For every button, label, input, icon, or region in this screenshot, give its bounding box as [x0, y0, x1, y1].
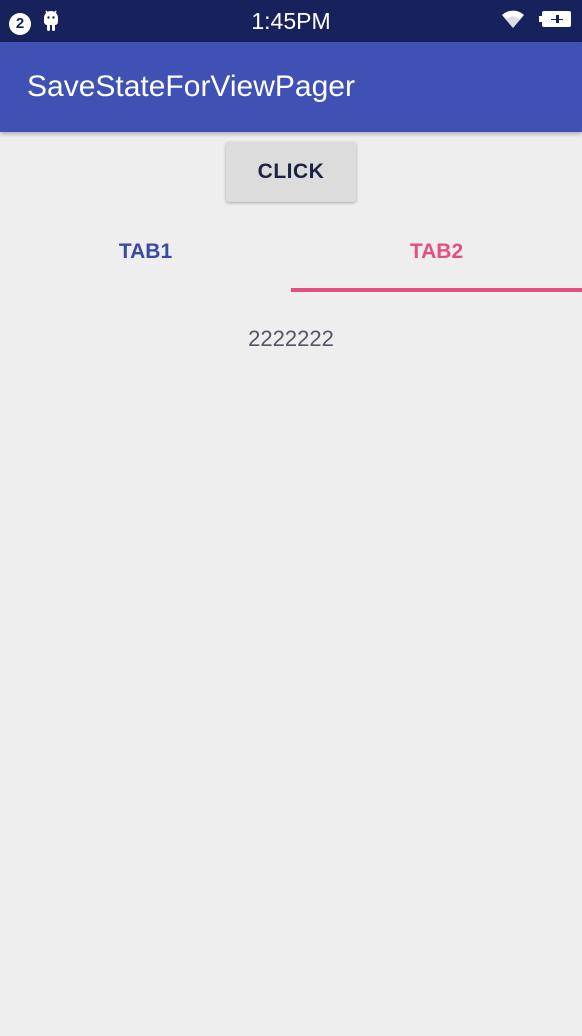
app-title: SaveStateForViewPager — [27, 70, 355, 103]
page-content-text: 2222222 — [248, 326, 334, 351]
tab-2[interactable]: TAB2 — [291, 212, 582, 292]
tab-layout: TAB1 TAB2 — [0, 212, 582, 292]
status-right-group — [501, 9, 573, 34]
status-bar: 2 1:45PM — [0, 0, 582, 42]
click-button[interactable]: CLICK — [226, 142, 356, 202]
status-time: 1:45PM — [251, 8, 331, 34]
tab-1[interactable]: TAB1 — [0, 212, 291, 292]
battery-charging-icon — [539, 9, 573, 34]
wifi-icon — [501, 9, 525, 34]
tab-indicator — [291, 288, 582, 292]
app-bar: SaveStateForViewPager — [0, 42, 582, 132]
